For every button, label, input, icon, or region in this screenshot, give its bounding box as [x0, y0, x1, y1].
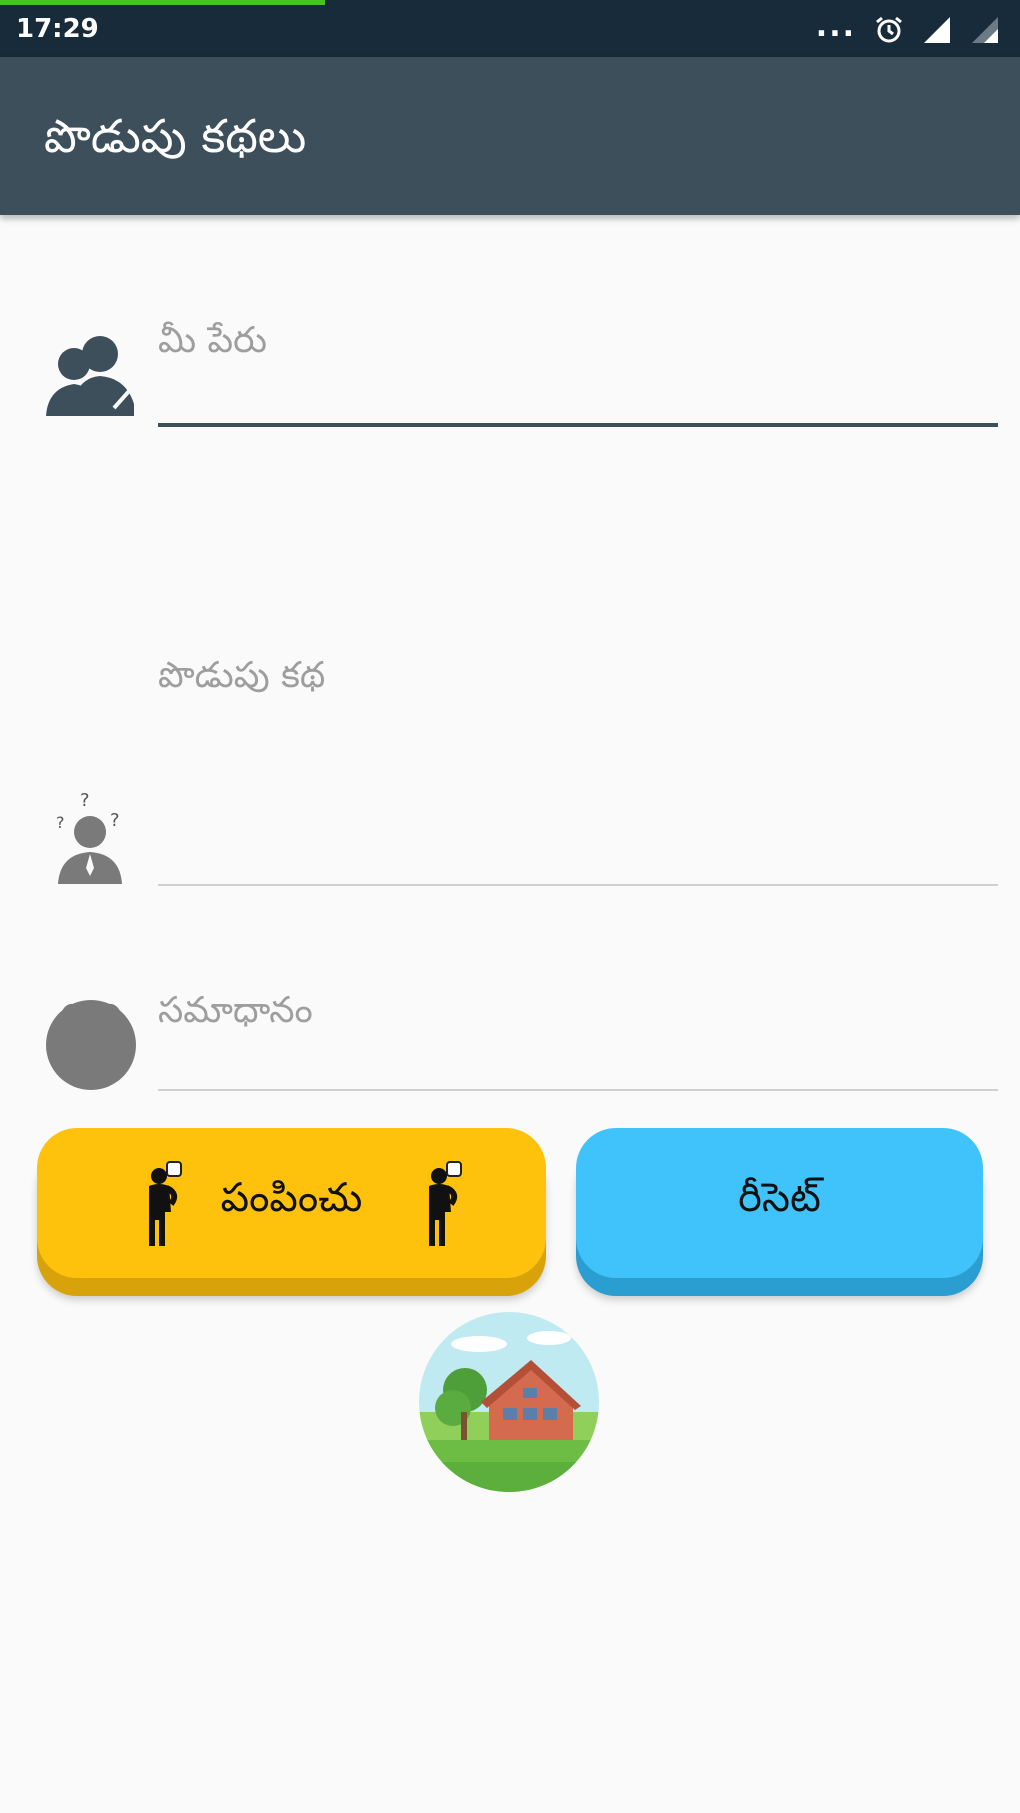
answer-input[interactable]	[158, 975, 998, 1090]
reset-button[interactable]: రీసెట్	[576, 1128, 983, 1278]
name-input[interactable]	[158, 300, 998, 426]
users-icon	[46, 336, 134, 416]
app-bar: పొడుపు కథలు	[0, 57, 1020, 215]
more-notifications-icon: ...	[815, 9, 856, 44]
answer-input-underline	[158, 1089, 998, 1091]
thinking-person-icon: ? ? ?	[56, 790, 122, 884]
reset-button-label: రీసెట్	[738, 1175, 821, 1221]
status-time: 17:29	[16, 14, 99, 44]
name-input-underline	[158, 423, 998, 427]
signal-weak-icon	[972, 17, 998, 43]
avatar-circle-icon	[46, 1000, 136, 1090]
svg-text:?: ?	[80, 790, 90, 811]
loading-progress-bar	[0, 0, 325, 5]
riddle-input[interactable]	[158, 640, 998, 885]
thinking-figure-icon	[429, 1161, 462, 1246]
status-bar: 17:29 ...	[0, 0, 1020, 57]
app-title: పొడుపు కథలు	[44, 109, 307, 163]
alarm-icon	[876, 16, 902, 43]
svg-text:?: ?	[56, 813, 65, 832]
status-icons: ...	[816, 10, 1000, 50]
house-landscape-icon	[419, 1312, 599, 1492]
svg-text:?: ?	[110, 810, 120, 831]
house-image[interactable]	[419, 1312, 599, 1492]
send-button-label: పంపించు	[220, 1175, 363, 1221]
thinking-figure-icon	[149, 1161, 182, 1246]
riddle-input-underline	[158, 884, 998, 886]
send-button[interactable]: పంపించు	[37, 1128, 546, 1278]
signal-icon	[924, 17, 950, 43]
